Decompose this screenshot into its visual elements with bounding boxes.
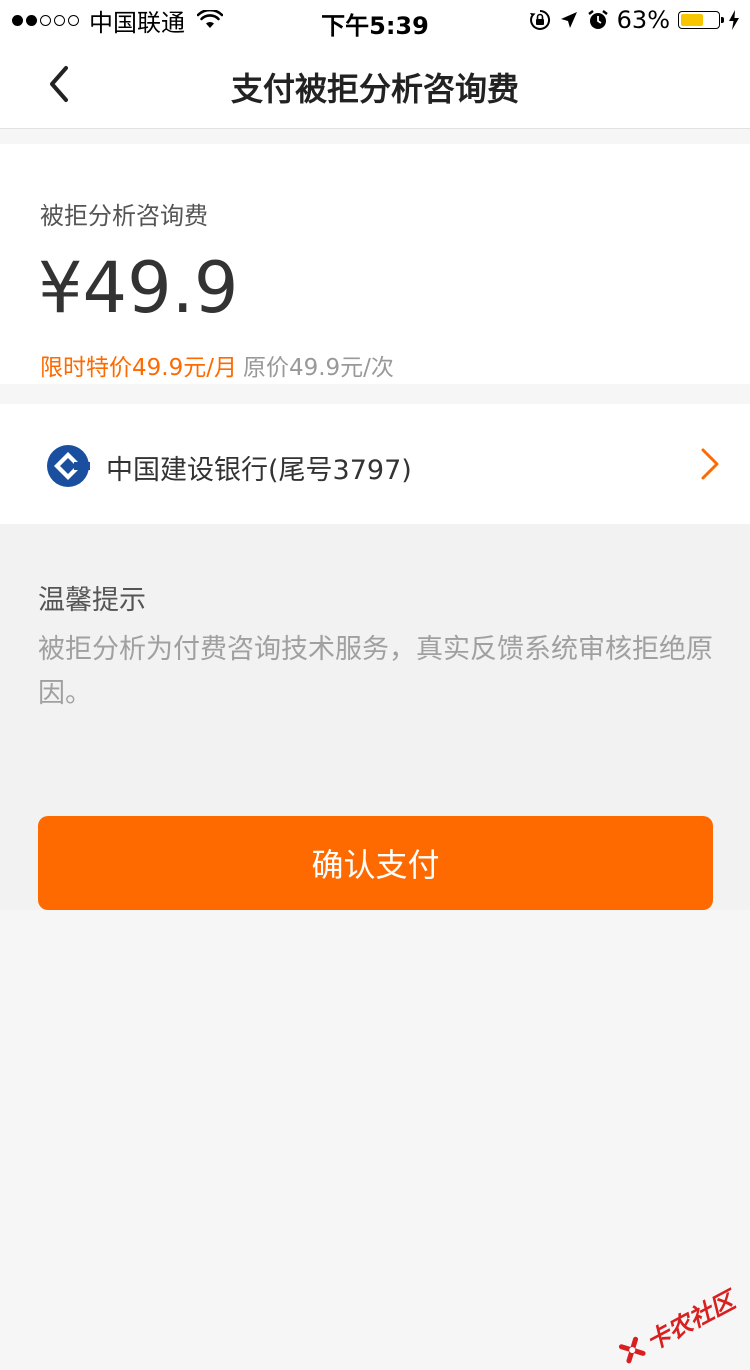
bank-name: 中国建设银行(尾号3797): [106, 455, 412, 486]
tips-title: 温馨提示: [38, 585, 146, 616]
location-arrow-icon: [560, 12, 577, 28]
chevron-right-icon: [701, 448, 719, 480]
confirm-payment-button[interactable]: 确认支付: [38, 816, 713, 910]
status-bar: 中国联通 下午5:39 63%: [0, 0, 750, 40]
charging-bolt-icon: [729, 10, 739, 30]
watermark: 卡农社区: [614, 1281, 740, 1370]
battery-fill: [681, 14, 703, 26]
price-line: 限时特价49.9元/月 原价49.9元/次: [40, 348, 394, 382]
payment-method-row[interactable]: 中国建设银行(尾号3797): [0, 404, 750, 524]
tips-body: 被拒分析为付费咨询技术服务，真实反馈系统审核拒绝原因。: [38, 634, 713, 709]
tips-section: 温馨提示 被拒分析为付费咨询技术服务，真实反馈系统审核拒绝原因。 确认支付: [0, 524, 750, 910]
page-title: 支付被拒分析咨询费: [230, 70, 519, 108]
nav-bar: 支付被拒分析咨询费: [0, 40, 750, 129]
promo-price: 限时特价49.9元/月: [40, 355, 237, 381]
ccb-bank-logo-icon: [47, 445, 90, 487]
watermark-logo-icon: [618, 1336, 646, 1363]
battery-icon: [678, 11, 724, 29]
battery-percent: 63%: [616, 6, 670, 34]
fee-label: 被拒分析咨询费: [40, 202, 208, 230]
watermark-text: 卡农社区: [641, 1286, 740, 1357]
status-right: 63%: [529, 6, 740, 34]
fee-card: 被拒分析咨询费 ¥49.9 限时特价49.9元/月 原价49.9元/次: [0, 144, 750, 384]
fee-amount: ¥49.9: [38, 247, 239, 329]
original-price: 原价49.9元/次: [242, 355, 394, 381]
alarm-icon: [587, 10, 608, 29]
rotation-lock-icon: [529, 9, 550, 30]
